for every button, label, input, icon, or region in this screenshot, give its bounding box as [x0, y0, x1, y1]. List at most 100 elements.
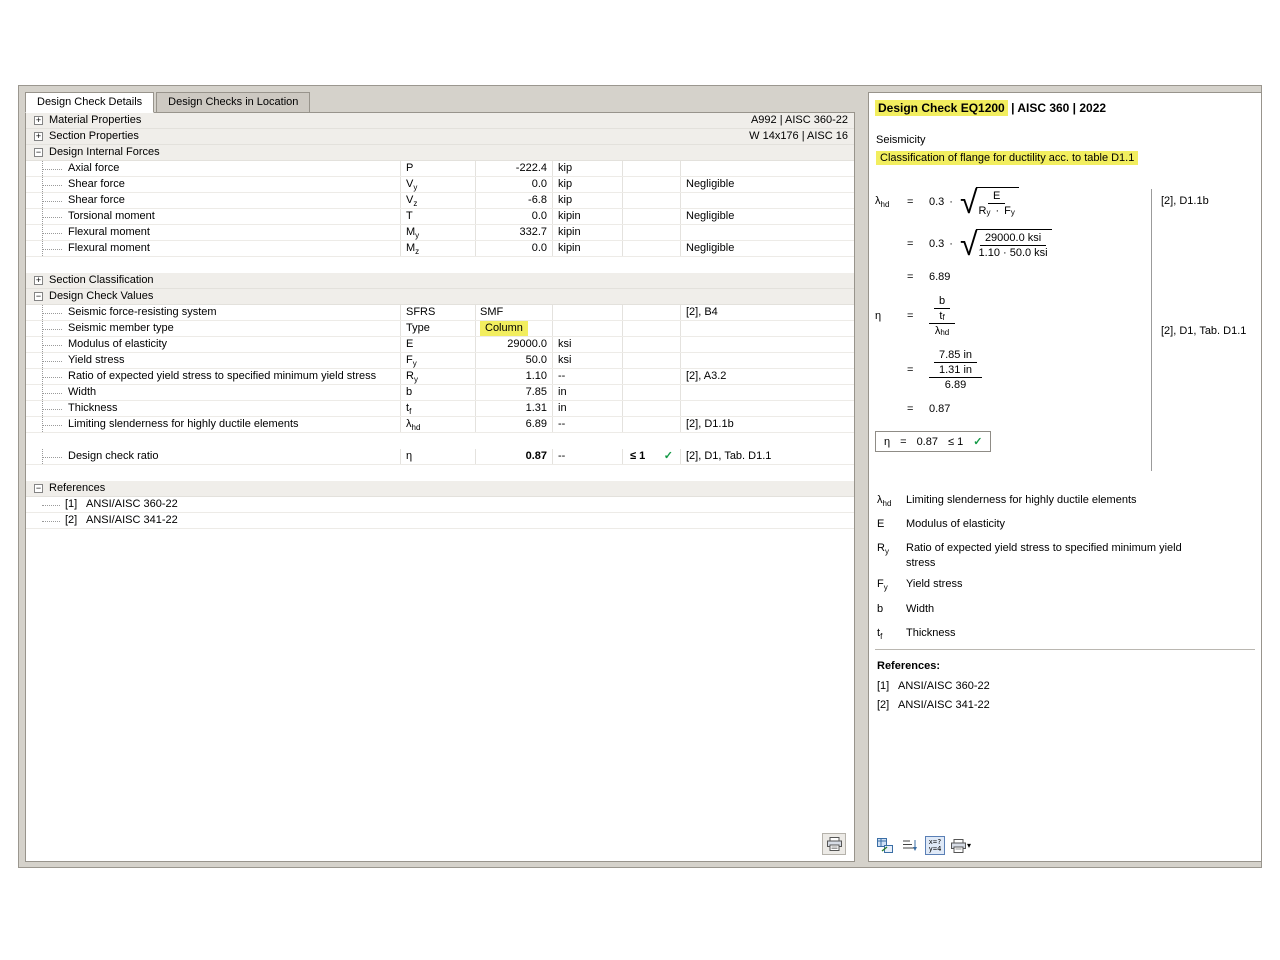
- row-comparison: [623, 241, 681, 256]
- row-symbol: Mz: [401, 241, 476, 256]
- row-value: 0.87: [476, 449, 553, 464]
- symbol-legend: λhd Limiting slenderness for highly duct…: [877, 493, 1255, 650]
- row-symbol: P: [401, 161, 476, 176]
- row-value: -222.4: [476, 161, 553, 176]
- row-symbol: E: [401, 337, 476, 352]
- row-unit: ksi: [553, 353, 623, 368]
- tab-design-check-details[interactable]: Design Check Details: [25, 92, 154, 113]
- row-symbol: η: [401, 449, 476, 464]
- formula-line-lambda-substitution: = 0.3 · √ 29000.0 ksi 1.10 · 50.0 ksi: [875, 229, 1145, 259]
- row-note: [681, 193, 854, 208]
- table-row-thickness[interactable]: Thickness tf 1.31 in: [26, 401, 854, 417]
- row-note: [2], A3.2: [681, 369, 854, 384]
- group-row-section-classification[interactable]: + Section Classification: [26, 273, 854, 289]
- group-row-design-check-values[interactable]: − Design Check Values: [26, 289, 854, 305]
- row-unit: kipin: [553, 225, 623, 240]
- print-button[interactable]: [822, 833, 846, 855]
- group-value: W 14x176 | AISC 16: [749, 129, 854, 144]
- table-row-flexural-moment-my[interactable]: Flexural moment My 332.7 kipin: [26, 225, 854, 241]
- group-label: Design Check Values: [49, 289, 153, 304]
- row-label: Ratio of expected yield stress to specif…: [26, 369, 401, 384]
- legend-item: Fy Yield stress: [877, 577, 1255, 595]
- table-row-modulus-of-elasticity[interactable]: Modulus of elasticity E 29000.0 ksi: [26, 337, 854, 353]
- group-row-references[interactable]: − References: [26, 481, 854, 497]
- row-symbol: SFRS: [401, 305, 476, 320]
- show-values-toggle[interactable]: x=? y=4: [925, 836, 945, 855]
- row-label: Modulus of elasticity: [26, 337, 401, 352]
- group-row-material-properties[interactable]: + Material Properties A992 | AISC 360-22: [26, 113, 854, 129]
- expand-icon[interactable]: +: [34, 132, 43, 141]
- printer-icon: [951, 839, 966, 853]
- formula-reference-annotation: [2], D1, Tab. D1.1: [1161, 325, 1246, 337]
- reference-row[interactable]: [1] ANSI/AISC 360-22: [26, 497, 854, 513]
- row-comparison: [623, 385, 681, 400]
- row-comparison: [623, 369, 681, 384]
- row-note: [681, 401, 854, 416]
- row-unit: [553, 305, 623, 320]
- row-comparison: [623, 321, 681, 336]
- row-comparison: [623, 177, 681, 192]
- expand-icon[interactable]: +: [34, 116, 43, 125]
- collapse-icon[interactable]: −: [34, 148, 43, 157]
- row-label: Shear force: [26, 193, 401, 208]
- references-heading: References:: [877, 660, 940, 672]
- row-note: [2], D1.1b: [681, 417, 854, 432]
- formula-line-lambda-definition: λhd = 0.3 · √ E Ry ·: [875, 187, 1145, 217]
- row-comparison: [623, 193, 681, 208]
- table-row-flexural-moment-mz[interactable]: Flexural moment Mz 0.0 kipin Negligible: [26, 241, 854, 257]
- legend-item: E Modulus of elasticity: [877, 517, 1255, 535]
- row-value: 1.31: [476, 401, 553, 416]
- reference-item: [1] ANSI/AISC 360-22: [877, 680, 990, 692]
- reference-text: ANSI/AISC 341-22: [86, 513, 178, 528]
- check-icon: ✓: [664, 449, 673, 464]
- reference-number: [1]: [65, 497, 86, 512]
- table-row-sfrs[interactable]: Seismic force-resisting system SFRS SMF …: [26, 305, 854, 321]
- row-value: 332.7: [476, 225, 553, 240]
- row-comparison: [623, 417, 681, 432]
- tab-design-checks-in-location[interactable]: Design Checks in Location: [156, 92, 310, 113]
- show-in-tables-button[interactable]: [875, 836, 895, 855]
- dropdown-arrow-icon[interactable]: ▾: [967, 841, 971, 850]
- row-comparison: [623, 337, 681, 352]
- reference-row[interactable]: [2] ANSI/AISC 341-22: [26, 513, 854, 529]
- row-symbol: b: [401, 385, 476, 400]
- row-symbol: My: [401, 225, 476, 240]
- row-note: [681, 225, 854, 240]
- table-row-yield-stress[interactable]: Yield stress Fy 50.0 ksi: [26, 353, 854, 369]
- table-row-limiting-slenderness[interactable]: Limiting slenderness for highly ductile …: [26, 417, 854, 433]
- table-row-width[interactable]: Width b 7.85 in: [26, 385, 854, 401]
- group-label: References: [49, 481, 105, 496]
- group-label: Section Properties: [49, 129, 139, 144]
- print-formula-button[interactable]: ▾: [950, 836, 972, 855]
- formula-line-lambda-result: = 6.89: [875, 271, 1145, 283]
- formula-line-eta-substitution: = 7.85 in 1.31 in 6.89: [875, 349, 1145, 391]
- group-row-design-internal-forces[interactable]: − Design Internal Forces: [26, 145, 854, 161]
- collapse-icon[interactable]: −: [34, 292, 43, 301]
- divider: [875, 649, 1255, 650]
- table-row-axial-force[interactable]: Axial force P -222.4 kip: [26, 161, 854, 177]
- table-row-seismic-member-type[interactable]: Seismic member type Type Column: [26, 321, 854, 337]
- group-row-section-properties[interactable]: + Section Properties W 14x176 | AISC 16: [26, 129, 854, 145]
- expand-icon[interactable]: +: [34, 276, 43, 285]
- sort-rows-icon: [902, 838, 918, 853]
- table-row-ry-ratio[interactable]: Ratio of expected yield stress to specif…: [26, 369, 854, 385]
- row-symbol: λhd: [401, 417, 476, 432]
- sort-rows-button[interactable]: [900, 836, 920, 855]
- formula-line-eta-result: = 0.87: [875, 403, 1145, 415]
- check-icon: ✓: [973, 435, 982, 448]
- row-label: Design check ratio: [26, 449, 401, 464]
- design-check-standard: | AISC 360 | 2022: [1011, 101, 1106, 115]
- spacer-row: [26, 257, 854, 273]
- collapse-icon[interactable]: −: [34, 484, 43, 493]
- group-label: Material Properties: [49, 113, 141, 128]
- table-row-shear-force-vz[interactable]: Shear force Vz -6.8 kip: [26, 193, 854, 209]
- row-unit: ksi: [553, 337, 623, 352]
- row-value: 0.0: [476, 177, 553, 192]
- table-row-torsional-moment[interactable]: Torsional moment T 0.0 kipin Negligible: [26, 209, 854, 225]
- table-row-shear-force-vy[interactable]: Shear force Vy 0.0 kip Negligible: [26, 177, 854, 193]
- group-value: A992 | AISC 360-22: [751, 113, 854, 128]
- formula-reference-annotation: [2], D1.1b: [1161, 195, 1209, 207]
- row-unit: kip: [553, 177, 623, 192]
- reference-text: ANSI/AISC 360-22: [86, 497, 178, 512]
- table-row-design-check-ratio[interactable]: Design check ratio η 0.87 -- ≤ 1✓ [2], D…: [26, 449, 854, 465]
